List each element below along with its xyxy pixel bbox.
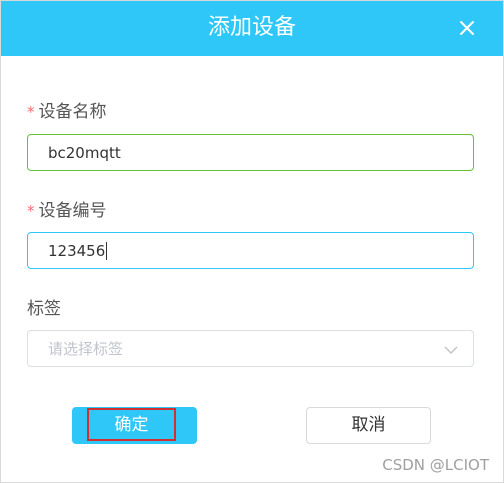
required-mark: * (27, 103, 35, 121)
device-number-value-wrap: 123456 (48, 242, 108, 260)
cancel-button[interactable]: 取消 (306, 407, 431, 444)
close-icon[interactable] (455, 16, 479, 40)
watermark: CSDN @LCIOT (382, 456, 489, 474)
device-number-label-text: 设备编号 (38, 201, 107, 221)
device-name-input[interactable]: bc20mqtt (27, 134, 474, 171)
text-caret (106, 242, 108, 260)
cancel-button-label: 取消 (351, 415, 386, 435)
dialog-title: 添加设备 (207, 15, 296, 40)
confirm-button-highlight: 确定 (87, 408, 176, 441)
device-name-label-text: 设备名称 (38, 102, 107, 122)
device-number-input[interactable]: 123456 (27, 232, 474, 269)
confirm-button[interactable]: 确定 (72, 407, 197, 444)
add-device-dialog: 添加设备 * 设备名称 bc20mqtt * 设备编号 123456 标签 请选择标… (0, 0, 504, 483)
dialog-header: 添加设备 (1, 1, 503, 56)
required-mark: * (27, 202, 35, 220)
tag-select[interactable]: 请选择标签 (27, 330, 474, 367)
device-number-value: 123456 (48, 242, 106, 260)
device-name-label: * 设备名称 (27, 101, 107, 123)
device-number-label: * 设备编号 (27, 200, 107, 222)
tag-label: 标签 (27, 299, 61, 319)
chevron-down-icon[interactable] (443, 342, 459, 358)
device-name-value: bc20mqtt (48, 144, 121, 162)
confirm-button-label: 确定 (114, 415, 149, 435)
tag-select-placeholder: 请选择标签 (48, 340, 124, 358)
